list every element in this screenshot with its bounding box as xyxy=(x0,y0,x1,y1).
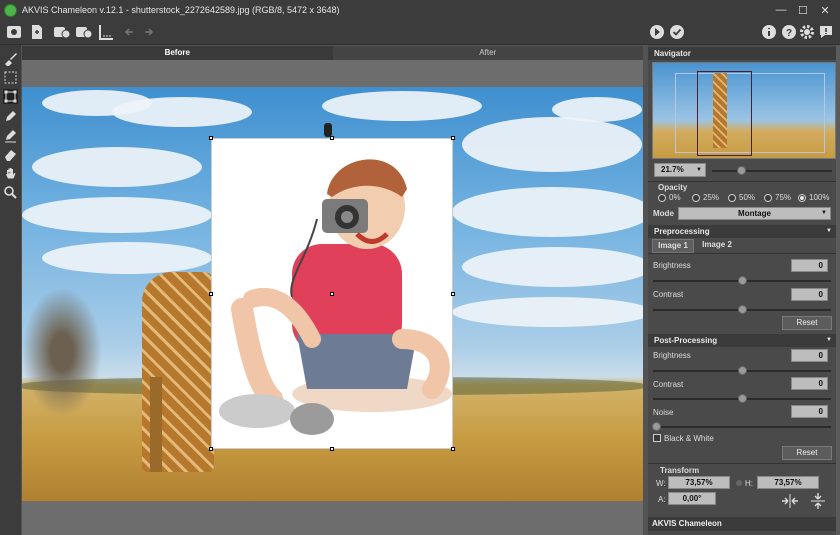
mode-label: Mode xyxy=(653,209,674,218)
pre-brightness-label: Brightness xyxy=(653,261,691,270)
chevron-down-icon: ▼ xyxy=(826,337,832,343)
flip-horizontal-icon[interactable] xyxy=(780,492,800,510)
post-contrast-label: Contrast xyxy=(653,380,684,389)
footer-label: AKVIS Chameleon xyxy=(648,517,836,531)
post-brightness-field[interactable]: 0 xyxy=(791,349,828,362)
noise-knob[interactable] xyxy=(652,422,661,431)
redo-icon[interactable] xyxy=(140,23,158,41)
post-contrast-knob[interactable] xyxy=(738,394,747,403)
remove-pencil-icon[interactable] xyxy=(3,128,18,143)
post-reset-button[interactable]: Reset xyxy=(782,446,832,460)
preprocessing-title: Preprocessing xyxy=(654,227,710,236)
window-title: AKVIS Chameleon v.12.1 - shutterstock_22… xyxy=(22,5,340,15)
toolbar: ? xyxy=(0,20,840,45)
opacity-radio-50[interactable] xyxy=(728,194,736,202)
open-file-icon[interactable] xyxy=(28,23,46,41)
settings-panel: Navigator 21.7% ▼ Opacity 0% 25% 50% 75% … xyxy=(648,45,840,535)
preprocessing-header[interactable]: Preprocessing ▼ xyxy=(648,225,840,238)
opacity-radio-0[interactable] xyxy=(658,194,666,202)
opacity-radio-25[interactable] xyxy=(692,194,700,202)
noise-field[interactable]: 0 xyxy=(791,405,828,418)
fragment-brush-icon[interactable] xyxy=(3,51,18,67)
width-label: W: xyxy=(656,479,666,488)
transform-label: Transform xyxy=(660,466,700,475)
opacity-option-50: 50% xyxy=(739,193,756,202)
opacity-radio-75[interactable] xyxy=(764,194,772,202)
link-icon[interactable] xyxy=(736,480,742,486)
black-white-label: Black & White xyxy=(664,434,714,443)
opacity-option-100: 100% xyxy=(809,193,830,202)
view-tabs: Before After xyxy=(22,46,643,60)
panel-scrollbar[interactable] xyxy=(836,45,840,535)
post-brightness-label: Brightness xyxy=(653,351,691,360)
open-image-icon[interactable] xyxy=(5,23,23,41)
zoom-slider[interactable] xyxy=(712,170,832,172)
undo-icon[interactable] xyxy=(121,23,139,41)
post-contrast-field[interactable]: 0 xyxy=(791,377,828,390)
opacity-option-25: 25% xyxy=(703,193,720,202)
zoom-dropdown[interactable]: 21.7% ▼ xyxy=(654,163,706,177)
navigator-header: Navigator xyxy=(648,47,840,60)
pre-reset-button[interactable]: Reset xyxy=(782,316,832,330)
angle-field[interactable]: 0,00° xyxy=(668,492,716,505)
chevron-down-icon: ▼ xyxy=(696,167,702,173)
mode-dropdown[interactable]: Montage ▼ xyxy=(678,207,831,220)
width-field[interactable]: 73,57% xyxy=(668,476,730,489)
transform-icon[interactable] xyxy=(3,89,18,104)
tab-image-2[interactable]: Image 2 xyxy=(696,239,738,253)
close-button[interactable]: ✕ xyxy=(814,0,836,20)
tab-after[interactable]: After xyxy=(333,46,644,60)
noise-slider[interactable] xyxy=(653,426,831,428)
help-icon[interactable]: ? xyxy=(780,23,798,41)
settings-gear-icon[interactable] xyxy=(798,23,816,41)
zoom-value: 21.7% xyxy=(661,165,684,174)
pre-contrast-field[interactable]: 0 xyxy=(791,288,828,301)
mode-value: Montage xyxy=(738,209,771,218)
tab-image-1[interactable]: Image 1 xyxy=(652,239,694,253)
zoom-slider-knob[interactable] xyxy=(737,166,746,175)
run-icon[interactable] xyxy=(648,23,666,41)
background-image[interactable] xyxy=(22,87,643,501)
pre-contrast-knob[interactable] xyxy=(738,305,747,314)
notification-icon[interactable] xyxy=(817,23,835,41)
tab-before[interactable]: Before xyxy=(22,46,333,60)
height-field[interactable]: 73,57% xyxy=(757,476,819,489)
apply-icon[interactable] xyxy=(668,23,686,41)
navigator-preview[interactable] xyxy=(652,62,836,159)
eraser-icon[interactable] xyxy=(3,147,18,162)
tools-panel xyxy=(0,45,21,535)
post-brightness-knob[interactable] xyxy=(738,366,747,375)
load-fragment-icon[interactable] xyxy=(52,23,71,41)
load-background-icon[interactable] xyxy=(74,23,93,41)
info-icon[interactable] xyxy=(760,23,778,41)
app-logo-icon xyxy=(4,3,17,17)
chevron-down-icon: ▼ xyxy=(826,228,832,234)
opacity-option-0: 0% xyxy=(669,193,681,202)
minimize-button[interactable]: — xyxy=(770,0,792,20)
noise-label: Noise xyxy=(653,408,674,417)
pre-brightness-knob[interactable] xyxy=(738,276,747,285)
zoom-icon[interactable] xyxy=(3,185,18,200)
opacity-option-75: 75% xyxy=(775,193,792,202)
title-bar: AKVIS Chameleon v.12.1 - shutterstock_22… xyxy=(0,0,840,20)
height-label: H: xyxy=(745,479,753,488)
keep-pencil-icon[interactable] xyxy=(3,109,18,124)
angle-label: A: xyxy=(658,495,666,504)
opacity-label: Opacity xyxy=(658,183,688,192)
svg-text:?: ? xyxy=(786,28,792,39)
opacity-radio-100[interactable] xyxy=(798,194,806,202)
pre-contrast-label: Contrast xyxy=(653,290,684,299)
pre-brightness-field[interactable]: 0 xyxy=(791,259,828,272)
black-white-checkbox[interactable] xyxy=(653,434,661,442)
selection-icon[interactable] xyxy=(3,70,18,85)
maximize-button[interactable]: ☐ xyxy=(792,0,814,20)
hand-icon[interactable] xyxy=(3,166,18,181)
postprocessing-title: Post-Processing xyxy=(654,336,718,345)
canvas-size-icon[interactable] xyxy=(97,23,115,41)
postprocessing-header[interactable]: Post-Processing ▼ xyxy=(648,334,840,347)
chevron-down-icon: ▼ xyxy=(821,210,827,216)
flip-vertical-icon[interactable] xyxy=(808,492,828,510)
